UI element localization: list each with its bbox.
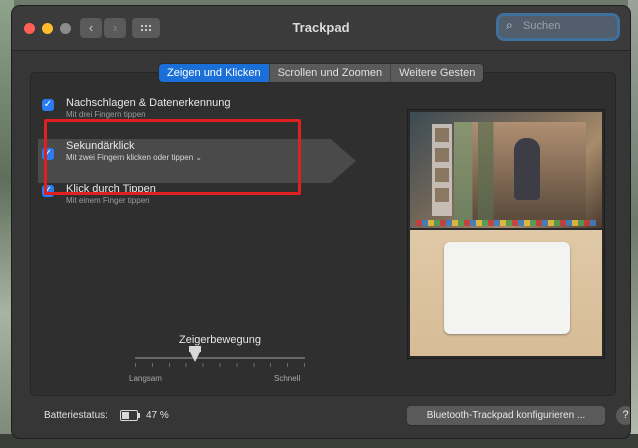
tab-scrollen-und-zoomen[interactable]: Scrollen und Zoomen [269,64,392,82]
battery-percentage: 47 % [146,410,169,421]
preview-trackpad [444,242,570,334]
pointer-speed-min-label: Langsam [129,374,162,383]
pointer-speed-ticks [135,363,305,367]
search-placeholder: Suchen [523,20,561,32]
preview-dock [416,220,596,226]
option-subtitle: Mit einem Finger tippen [66,196,150,205]
red-annotation-box [44,119,301,195]
pointer-speed-track[interactable] [135,357,305,359]
option-title: Nachschlagen & Datenerkennung [66,97,231,109]
pointer-speed-max-label: Schnell [274,374,301,383]
gesture-preview [407,109,605,359]
preview-desktop-screen [410,112,602,228]
tab-zeigen-und-klicken[interactable]: Zeigen und Klicken [159,64,270,82]
preview-desk [410,230,602,356]
pointer-speed-label: Zeigerbewegung [179,334,261,346]
search-field[interactable]: ⌕ Suchen [499,16,617,38]
battery-status-label: Batteriestatus: [44,410,108,421]
preview-photo-person [514,138,540,200]
battery-level-fill [122,412,129,419]
nachschlagen-checkbox[interactable]: ✓ [42,99,54,111]
battery-icon [120,410,140,421]
search-icon: ⌕ [506,18,513,32]
option-subtitle: Mit drei Fingern tippen [66,110,146,119]
configure-bluetooth-trackpad-button[interactable]: Bluetooth-Trackpad konfigurieren ... [407,406,605,425]
titlebar: ‹ › Trackpad ⌕ Suchen [12,6,630,51]
tab-weitere-gesten[interactable]: Weitere Gesten [391,64,484,82]
preview-photo-sidebar [432,124,452,216]
tab-bar: Zeigen und Klicken Scrollen und Zoomen W… [159,64,484,82]
help-button[interactable]: ? [616,406,630,425]
trackpad-preferences-window: ‹ › Trackpad ⌕ Suchen Zeigen und Klicken… [12,6,630,438]
pointer-speed-knob[interactable] [188,346,201,362]
checkmark-icon: ✓ [43,99,53,110]
